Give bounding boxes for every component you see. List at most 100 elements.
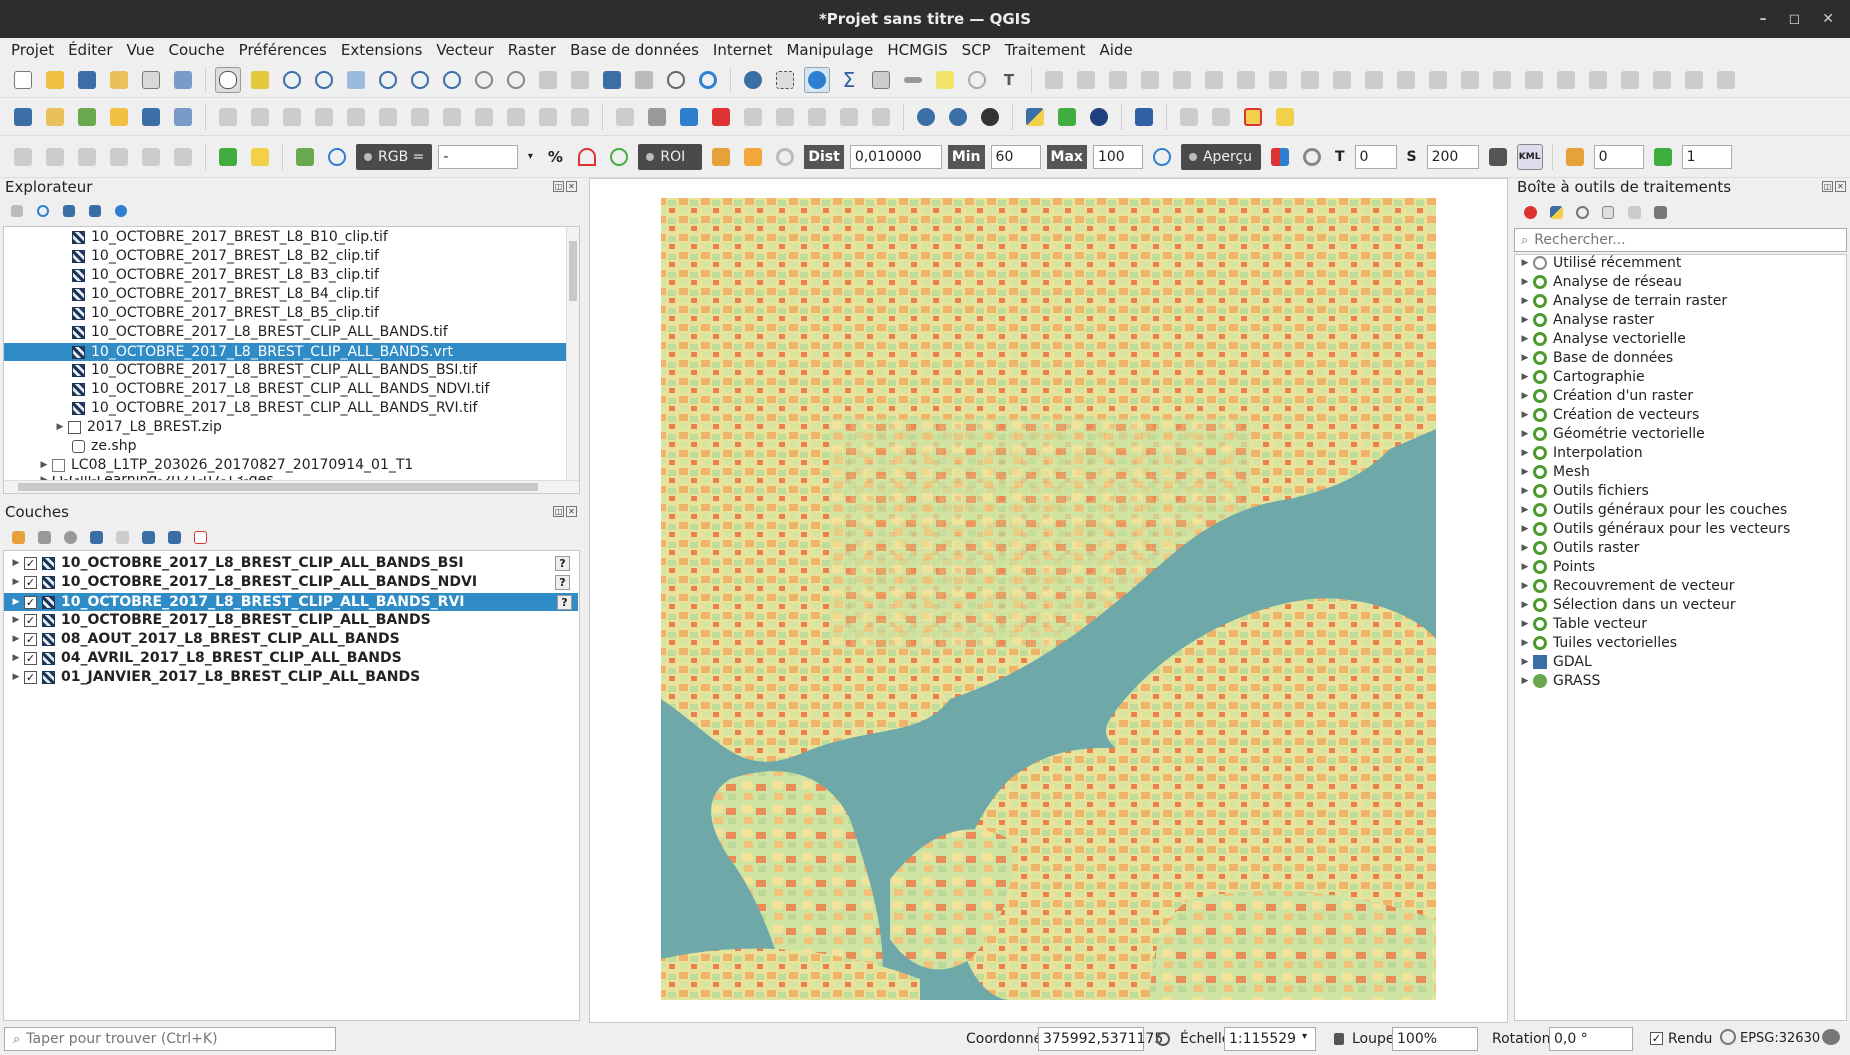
filter-expression-icon[interactable] bbox=[112, 527, 132, 547]
digitize-grey-15-icon[interactable] bbox=[1489, 67, 1515, 93]
label-abc-icon[interactable] bbox=[612, 104, 638, 130]
toolbox-item[interactable]: ▶ Analyse vectorielle bbox=[1519, 331, 1686, 347]
expand-arrow-icon[interactable]: ▶ bbox=[10, 634, 22, 644]
zoom-next-icon[interactable] bbox=[503, 67, 529, 93]
remove-layer-icon[interactable] bbox=[190, 527, 210, 547]
digitize-grey-8-icon[interactable] bbox=[1265, 67, 1291, 93]
toolbox-item[interactable]: ▶ Mesh bbox=[1519, 464, 1590, 480]
add-wcs-icon[interactable] bbox=[977, 104, 1003, 130]
menu-manipulage[interactable]: Manipulage bbox=[779, 41, 880, 59]
tree-item[interactable]: 10_OCTOBRE_2017_BREST_L8_B4_clip.tif bbox=[72, 286, 379, 302]
expand-arrow-icon[interactable]: ▶ bbox=[38, 460, 50, 470]
menu-internet[interactable]: Internet bbox=[706, 41, 780, 59]
measure-icon[interactable] bbox=[900, 67, 926, 93]
expand-arrow-icon[interactable]: ▶ bbox=[1519, 429, 1531, 439]
apercu-button[interactable]: Aperçu bbox=[1180, 143, 1261, 170]
close-panel-icon[interactable]: ✕ bbox=[566, 181, 577, 192]
layer-checkbox[interactable]: ✓ bbox=[24, 595, 37, 609]
add-wfs-icon[interactable] bbox=[945, 104, 971, 130]
scp-search-icon[interactable] bbox=[215, 144, 241, 170]
pin-labels-icon[interactable] bbox=[740, 104, 766, 130]
minimize-icon[interactable]: – bbox=[1760, 11, 1767, 27]
text-annotation-icon[interactable]: T bbox=[996, 67, 1022, 93]
kml-icon[interactable]: KML bbox=[1516, 143, 1543, 170]
add-mesh-icon[interactable] bbox=[170, 104, 196, 130]
zoom-scale-icon[interactable] bbox=[964, 67, 990, 93]
save-project-icon[interactable] bbox=[74, 67, 100, 93]
layer-checkbox[interactable]: ✓ bbox=[24, 651, 37, 665]
layer-checkbox[interactable]: ✓ bbox=[24, 575, 37, 589]
min-input[interactable]: 60 bbox=[990, 144, 1041, 169]
expand-arrow-icon[interactable]: ▶ bbox=[1519, 353, 1531, 363]
edit-features-in-place-icon[interactable] bbox=[1624, 202, 1644, 222]
layer-labeling-icon[interactable] bbox=[644, 104, 670, 130]
menu-vecteur[interactable]: Vecteur bbox=[429, 41, 500, 59]
layer-item[interactable]: ▶ ✓ 10_OCTOBRE_2017_L8_BREST_CLIP_ALL_BAND… bbox=[10, 612, 431, 628]
scp-classification-icon[interactable] bbox=[1267, 144, 1293, 170]
vertex-tool-icon[interactable] bbox=[343, 104, 369, 130]
save-as-icon[interactable] bbox=[106, 67, 132, 93]
messages-icon[interactable] bbox=[1822, 1029, 1840, 1045]
toolbox-item[interactable]: ▶ Géométrie vectorielle bbox=[1519, 426, 1705, 442]
toolbox-item[interactable]: ▶ Outils fichiers bbox=[1519, 483, 1649, 499]
explorer-hscrollbar[interactable] bbox=[4, 480, 579, 493]
digitize-grey-21-icon[interactable] bbox=[1681, 67, 1707, 93]
expand-arrow-icon[interactable]: ▶ bbox=[1519, 372, 1531, 382]
magnifier-input[interactable]: 100% bbox=[1392, 1027, 1478, 1051]
digitize-grey-1-icon[interactable] bbox=[1041, 67, 1067, 93]
tree-item[interactable]: 10_OCTOBRE_2017_L8_BREST_CLIP_ALL_BANDS.… bbox=[72, 324, 448, 340]
expand-arrow-icon[interactable]: ▶ bbox=[10, 653, 22, 663]
dist-input[interactable]: 0,010000 bbox=[849, 144, 942, 169]
digitize-grey-7-icon[interactable] bbox=[1233, 67, 1259, 93]
edit-pencil-icon[interactable] bbox=[106, 104, 132, 130]
filter-legend-icon[interactable] bbox=[86, 527, 106, 547]
expand-arrow-icon[interactable]: ▶ bbox=[1519, 543, 1531, 553]
expand-arrow-icon[interactable]: ▶ bbox=[1519, 258, 1531, 268]
toolbox-item[interactable]: ▶ Base de données bbox=[1519, 350, 1674, 366]
map-canvas[interactable] bbox=[589, 178, 1508, 1023]
identify-icon[interactable] bbox=[740, 67, 766, 93]
digitize-grey-6-icon[interactable] bbox=[1201, 67, 1227, 93]
scp-grey-1-icon[interactable] bbox=[10, 144, 36, 170]
redo-grey-icon[interactable] bbox=[1713, 67, 1739, 93]
expand-arrow-icon[interactable]: ▶ bbox=[1519, 391, 1531, 401]
digitize-grey-17-icon[interactable] bbox=[1553, 67, 1579, 93]
statistics-sigma-icon[interactable]: Σ bbox=[836, 67, 862, 93]
expand-arrow-icon[interactable]: ▶ bbox=[54, 422, 66, 432]
scp-stretch-icon[interactable] bbox=[574, 144, 600, 170]
digitize-grey-4-icon[interactable] bbox=[1137, 67, 1163, 93]
history-icon[interactable] bbox=[1572, 202, 1592, 222]
expand-arrow-icon[interactable]: ▶ bbox=[1519, 467, 1531, 477]
toolbox-item[interactable]: ▶ GDAL bbox=[1519, 654, 1592, 670]
toolbox-item[interactable]: ▶ Outils généraux pour les vecteurs bbox=[1519, 521, 1791, 537]
expand-arrow-icon[interactable]: ▶ bbox=[10, 672, 22, 682]
expand-arrow-icon[interactable]: ▶ bbox=[1519, 562, 1531, 572]
scp-next-icon[interactable] bbox=[1650, 144, 1676, 170]
toolbox-item[interactable]: ▶ Points bbox=[1519, 559, 1596, 575]
pan-to-selection-icon[interactable] bbox=[247, 67, 273, 93]
select-by-location-icon[interactable] bbox=[1176, 104, 1202, 130]
digitize-grey-9-icon[interactable] bbox=[1297, 67, 1323, 93]
modify-attributes-icon[interactable] bbox=[375, 104, 401, 130]
expand-arrow-icon[interactable]: ▶ bbox=[1519, 296, 1531, 306]
tree-item[interactable]: ▶ LC08_L1TP_203026_20170827_20170914_01_T… bbox=[38, 457, 414, 473]
collapse-all-icon[interactable] bbox=[164, 527, 184, 547]
rotate-label-icon[interactable] bbox=[836, 104, 862, 130]
maximize-icon[interactable]: ◻ bbox=[1789, 11, 1801, 27]
paste-icon[interactable] bbox=[503, 104, 529, 130]
print-layout-icon[interactable] bbox=[138, 67, 164, 93]
copy-icon[interactable] bbox=[471, 104, 497, 130]
options-wrench-icon[interactable] bbox=[1650, 202, 1670, 222]
tree-item[interactable]: 10_OCTOBRE_2017_L8_BREST_CLIP_ALL_BANDS_… bbox=[72, 400, 477, 416]
select-yellow-icon[interactable] bbox=[1272, 104, 1298, 130]
new-layer-icon[interactable] bbox=[42, 104, 68, 130]
scale-dropdown-icon[interactable]: ▾ bbox=[1302, 1031, 1307, 1042]
data-source-manager-icon[interactable] bbox=[10, 104, 36, 130]
expand-arrow-icon[interactable]: ▶ bbox=[1519, 505, 1531, 515]
scp-database-icon[interactable] bbox=[1485, 144, 1511, 170]
crs-globe-icon[interactable] bbox=[1720, 1029, 1736, 1045]
expand-arrow-icon[interactable]: ▶ bbox=[1519, 410, 1531, 420]
open-project-icon[interactable] bbox=[42, 67, 68, 93]
coordinate-value[interactable]: 375992,5371175 bbox=[1038, 1027, 1163, 1051]
expand-arrow-icon[interactable]: ▶ bbox=[1519, 524, 1531, 534]
